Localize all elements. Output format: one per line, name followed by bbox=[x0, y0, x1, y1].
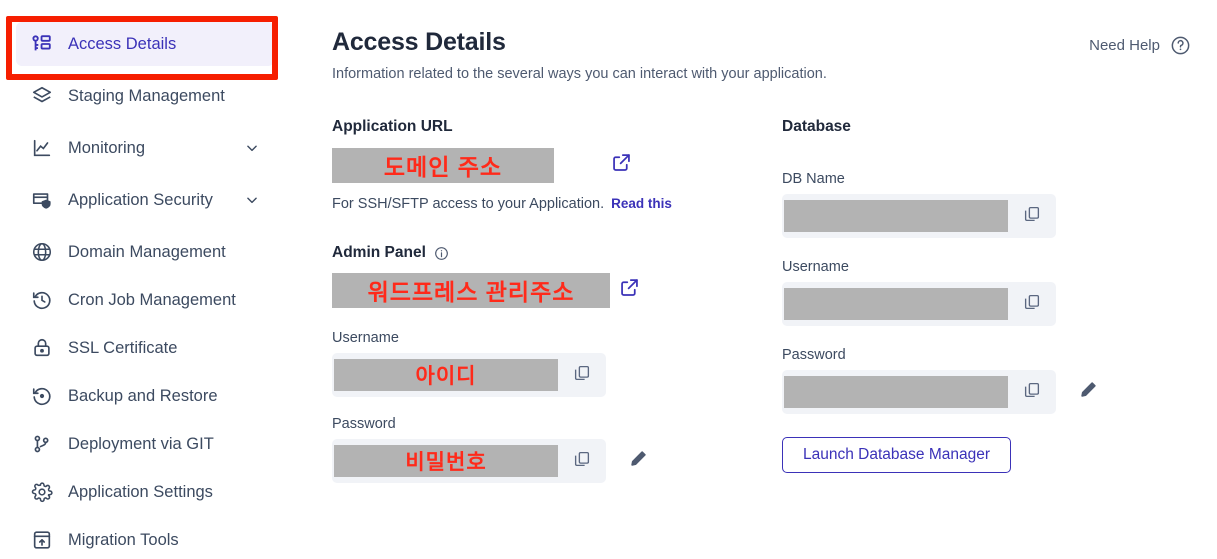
copy-db-password-button[interactable] bbox=[1008, 370, 1056, 414]
sidebar-item-label: Cron Job Management bbox=[68, 290, 236, 309]
gear-icon bbox=[30, 480, 54, 504]
migration-upload-icon bbox=[30, 528, 54, 552]
db-name-label: DB Name bbox=[782, 171, 845, 187]
question-circle-icon bbox=[1169, 34, 1191, 56]
application-url-heading: Application URL bbox=[332, 118, 702, 136]
copy-app-password-button[interactable] bbox=[558, 439, 606, 483]
git-branch-icon bbox=[30, 432, 54, 456]
sidebar-item-label: Monitoring bbox=[68, 138, 146, 157]
edit-app-password-button[interactable] bbox=[618, 441, 658, 481]
external-link-icon bbox=[611, 152, 632, 178]
app-username-field[interactable]: 아이디 bbox=[332, 353, 606, 397]
sidebar-item-label: Deployment via GIT bbox=[68, 434, 214, 453]
database-column: Database DB Name Username Password Launc… bbox=[782, 118, 1122, 473]
read-this-link[interactable]: Read this bbox=[611, 196, 672, 211]
sidebar-item-label: Staging Management bbox=[68, 86, 225, 105]
copy-icon bbox=[573, 364, 591, 387]
copy-db-name-button[interactable] bbox=[1008, 194, 1056, 238]
copy-icon bbox=[573, 450, 591, 473]
ssh-hint: For SSH/SFTP access to your Application.… bbox=[332, 196, 702, 212]
open-admin-panel-button[interactable] bbox=[610, 271, 648, 309]
sidebar-item-deployment-via-git[interactable]: Deployment via GIT bbox=[16, 422, 274, 466]
db-username-value bbox=[784, 288, 1008, 320]
application-column: Application URL 도메인 주소 For SSH/SFTP acce… bbox=[332, 118, 702, 483]
db-username-label: Username bbox=[782, 259, 849, 275]
sidebar-item-label: Backup and Restore bbox=[68, 386, 218, 405]
ssh-hint-text: For SSH/SFTP access to your Application. bbox=[332, 196, 605, 212]
sidebar-item-monitoring[interactable]: Monitoring bbox=[16, 126, 274, 170]
db-password-value bbox=[784, 376, 1008, 408]
db-password-field[interactable] bbox=[782, 370, 1056, 414]
need-help-label: Need Help bbox=[1089, 36, 1160, 54]
sidebar-item-migration-tools[interactable]: Migration Tools bbox=[16, 518, 274, 559]
db-password-label: Password bbox=[782, 347, 846, 363]
chart-line-icon bbox=[30, 136, 54, 160]
copy-icon bbox=[1023, 381, 1041, 404]
info-circle-icon[interactable] bbox=[434, 245, 450, 261]
pencil-icon bbox=[629, 449, 648, 473]
application-url-title: Application URL bbox=[332, 118, 453, 135]
db-username-field[interactable] bbox=[782, 282, 1056, 326]
app-password-value: 비밀번호 bbox=[334, 445, 558, 477]
open-application-url-button[interactable] bbox=[602, 146, 640, 184]
sidebar-item-application-settings[interactable]: Application Settings bbox=[16, 470, 274, 514]
db-name-value bbox=[784, 200, 1008, 232]
admin-panel-url-value: 워드프레스 관리주소 bbox=[332, 272, 610, 308]
sidebar-item-label: Domain Management bbox=[68, 242, 226, 261]
lock-icon bbox=[30, 336, 54, 360]
clock-rotate-icon bbox=[30, 288, 54, 312]
page-subtitle: Information related to the several ways … bbox=[332, 66, 827, 82]
sidebar-item-label: Access Details bbox=[68, 34, 177, 53]
pencil-icon bbox=[1079, 380, 1098, 404]
app-password-field[interactable]: 비밀번호 bbox=[332, 439, 606, 483]
copy-db-username-button[interactable] bbox=[1008, 282, 1056, 326]
app-password-label: Password bbox=[332, 416, 396, 432]
sidebar-item-application-security[interactable]: Application Security bbox=[16, 178, 274, 222]
main-content: Access Details Information related to th… bbox=[290, 0, 1217, 559]
application-url-value: 도메인 주소 bbox=[332, 147, 554, 183]
need-help-button[interactable]: Need Help bbox=[1089, 34, 1191, 56]
sidebar-item-staging-management[interactable]: Staging Management bbox=[16, 74, 274, 118]
restore-arrow-icon bbox=[30, 384, 54, 408]
page-title: Access Details bbox=[332, 28, 506, 56]
sidebar-item-cron-job-management[interactable]: Cron Job Management bbox=[16, 278, 274, 322]
edit-db-password-button[interactable] bbox=[1068, 372, 1108, 412]
chevron-down-icon[interactable] bbox=[244, 140, 260, 156]
copy-app-username-button[interactable] bbox=[558, 353, 606, 397]
database-heading: Database bbox=[782, 118, 1122, 136]
browser-shield-icon bbox=[30, 188, 54, 212]
external-link-icon bbox=[619, 277, 640, 303]
admin-panel-title: Admin Panel bbox=[332, 244, 426, 261]
sidebar-item-ssl-certificate[interactable]: SSL Certificate bbox=[16, 326, 274, 370]
copy-icon bbox=[1023, 205, 1041, 228]
db-name-field[interactable] bbox=[782, 194, 1056, 238]
sidebar-item-backup-and-restore[interactable]: Backup and Restore bbox=[16, 374, 274, 418]
sidebar-item-label: Application Security bbox=[68, 190, 213, 209]
chevron-down-icon[interactable] bbox=[244, 192, 260, 208]
sidebar-item-label: SSL Certificate bbox=[68, 338, 178, 357]
sidebar-item-domain-management[interactable]: Domain Management bbox=[16, 230, 274, 274]
sidebar-item-label: Migration Tools bbox=[68, 530, 179, 549]
key-list-icon bbox=[30, 32, 54, 56]
launch-database-manager-button[interactable]: Launch Database Manager bbox=[782, 437, 1011, 473]
sidebar-item-access-details[interactable]: Access Details bbox=[16, 22, 274, 66]
layers-icon bbox=[30, 84, 54, 108]
sidebar-item-label: Application Settings bbox=[68, 482, 213, 501]
app-username-value: 아이디 bbox=[334, 359, 558, 391]
admin-panel-heading: Admin Panel bbox=[332, 244, 702, 262]
access-details-page: Access Details Staging Management Monito… bbox=[0, 0, 1217, 559]
sidebar: Access Details Staging Management Monito… bbox=[0, 0, 290, 559]
copy-icon bbox=[1023, 293, 1041, 316]
database-title: Database bbox=[782, 118, 851, 135]
app-username-label: Username bbox=[332, 330, 399, 346]
globe-www-icon bbox=[30, 240, 54, 264]
